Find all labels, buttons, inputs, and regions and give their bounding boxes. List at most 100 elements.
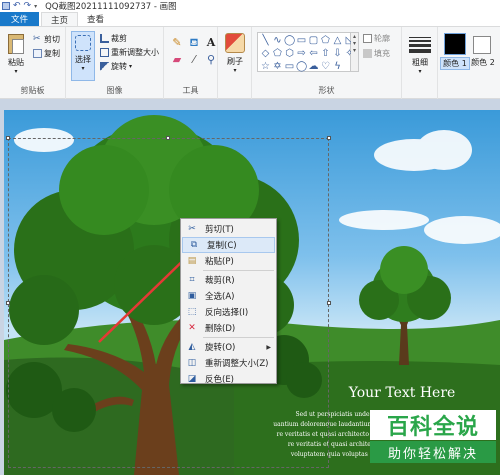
menu-item-label: 旋转(O): [205, 343, 236, 353]
pencil-icon[interactable]: ✎: [171, 37, 183, 49]
size-button[interactable]: 粗细 ▾: [409, 35, 431, 75]
brush-button[interactable]: 刷子 ▾: [223, 33, 247, 74]
heart-shape-icon[interactable]: ♡: [320, 61, 331, 72]
eraser-icon[interactable]: ▰: [171, 54, 183, 66]
scissors-icon: ✂: [188, 224, 196, 234]
menu-item-label: 全选(A): [205, 292, 235, 302]
magnifier-icon[interactable]: ⚲: [205, 54, 217, 66]
invert-selection-icon: ⬚: [187, 307, 197, 317]
menu-item-delete[interactable]: ✕ 删除(D): [181, 320, 276, 336]
tab-file[interactable]: 文件: [0, 12, 40, 26]
line-shape-icon[interactable]: ╲: [260, 35, 271, 46]
cut-button[interactable]: ✂ 剪切: [33, 34, 60, 45]
menu-item-resize[interactable]: ◫ 重新调整大小(Z): [181, 355, 276, 371]
fill-button[interactable]: 填充: [363, 48, 390, 59]
menu-item-invert-color[interactable]: ◪ 反色(E): [181, 371, 276, 387]
title-bar: ↶ ↷ ▾ QQ截图20211111092737 - 画图: [0, 0, 500, 12]
resize-button[interactable]: 重新调整大小: [100, 47, 159, 58]
triangle-shape-icon[interactable]: △: [332, 35, 343, 46]
menu-item-cut[interactable]: ✂ 剪切(T): [181, 221, 276, 237]
menu-item-copy[interactable]: ⧉ 复制(C): [182, 237, 275, 253]
menu-item-crop[interactable]: ⌗ 裁剪(R): [181, 272, 276, 288]
menu-item-label: 删除(D): [205, 324, 236, 334]
rotate-button[interactable]: 旋转 ▾: [100, 61, 132, 72]
color2-label: 颜色 2: [471, 58, 495, 67]
resize-icon: [100, 48, 109, 57]
polygon-shape-icon[interactable]: ⬠: [320, 35, 331, 46]
crop-button[interactable]: 裁剪: [100, 33, 127, 44]
color1-button[interactable]: 颜色 1: [440, 57, 470, 70]
menu-item-label: 粘贴(P): [205, 257, 234, 267]
outline-button[interactable]: 轮廓: [363, 33, 390, 44]
save-icon[interactable]: [2, 2, 10, 10]
brush-label: 刷子: [227, 57, 243, 66]
selection-handle[interactable]: [166, 136, 170, 140]
fill-bucket-icon[interactable]: ⛾: [188, 37, 200, 49]
size-group: 粗细 ▾: [402, 27, 438, 99]
brush-icon: [225, 33, 245, 53]
down-arrow-shape-icon[interactable]: ⇩: [332, 48, 343, 59]
lightning-shape-icon[interactable]: ϟ: [332, 61, 343, 72]
select-dropdown-icon[interactable]: ▾: [72, 65, 94, 72]
outline-icon: [363, 34, 372, 43]
submenu-arrow-icon: ▶: [266, 343, 271, 351]
selection-handle[interactable]: [6, 301, 10, 305]
invert-color-icon: ◪: [187, 374, 197, 384]
hexagon-shape-icon[interactable]: ⬡: [284, 48, 295, 59]
right-arrow-shape-icon[interactable]: ⇨: [296, 48, 307, 59]
diamond-shape-icon[interactable]: ◇: [260, 48, 271, 59]
tab-view[interactable]: 查看: [78, 12, 113, 26]
copy-icon: [33, 49, 42, 58]
selection-handle[interactable]: [6, 136, 10, 140]
tab-home[interactable]: 主页: [41, 12, 79, 26]
oval-callout-shape-icon[interactable]: ◯: [296, 61, 307, 72]
paste-button[interactable]: 粘贴 ▾: [4, 34, 28, 75]
selection-handle[interactable]: [327, 136, 331, 140]
menu-item-paste[interactable]: ▤ 粘贴(P): [181, 253, 276, 269]
selection-handle[interactable]: [327, 301, 331, 305]
rounded-rectangle-shape-icon[interactable]: ▢: [308, 35, 319, 46]
redo-icon[interactable]: ↷: [24, 2, 32, 11]
paste-label: 粘贴: [8, 58, 24, 67]
clipboard-group-label: 剪贴板: [20, 86, 45, 95]
up-arrow-shape-icon[interactable]: ⇧: [320, 48, 331, 59]
resize-label: 重新调整大小: [111, 48, 159, 57]
ribbon: 粘贴 ▾ ✂ 剪切 复制 剪贴板 选择 ▾ 裁剪 重新调整大小 旋转 ▾ 图像 …: [0, 27, 500, 99]
curve-shape-icon[interactable]: ∿: [272, 35, 283, 46]
callout-shape-icon[interactable]: ▭: [284, 61, 295, 72]
cut-label: 剪切: [44, 35, 60, 44]
shapes-scroll[interactable]: ▴ ▾ ▾: [351, 32, 359, 72]
select-button[interactable]: 选择 ▾: [71, 31, 95, 81]
customize-dropdown-icon[interactable]: ▾: [34, 3, 37, 10]
left-arrow-shape-icon[interactable]: ⇦: [308, 48, 319, 59]
menu-item-rotate[interactable]: ◭ 旋转(O) ▶: [181, 339, 276, 355]
menu-item-label: 反向选择(I): [205, 308, 249, 318]
color1-swatch[interactable]: [444, 33, 466, 55]
brush-group: 刷子 ▾: [218, 27, 252, 99]
undo-icon[interactable]: ↶: [13, 2, 21, 11]
fill-label: 填充: [374, 49, 390, 58]
paste-icon: ▤: [187, 256, 197, 266]
color-picker-icon[interactable]: ⁄: [188, 54, 200, 66]
pentagon-shape-icon[interactable]: ⬠: [272, 48, 283, 59]
paste-dropdown-icon[interactable]: ▾: [4, 68, 28, 75]
ribbon-tabs: 文件 主页 查看: [0, 12, 500, 27]
rotate-dropdown-icon: ▾: [129, 63, 133, 70]
menu-item-select-all[interactable]: ▣ 全选(A): [181, 288, 276, 304]
selection-rectangle[interactable]: [6, 136, 331, 468]
menu-item-invert-selection[interactable]: ⬚ 反向选择(I): [181, 304, 276, 320]
rotate-icon: [100, 62, 109, 71]
five-point-star-shape-icon[interactable]: ☆: [260, 61, 271, 72]
size-label: 粗细: [412, 58, 428, 67]
rectangle-shape-icon[interactable]: ▭: [296, 35, 307, 46]
color2-swatch[interactable]: [473, 36, 491, 54]
text-tool-icon[interactable]: A: [205, 37, 217, 49]
six-point-star-shape-icon[interactable]: ✡: [272, 61, 283, 72]
copy-button[interactable]: 复制: [33, 48, 60, 59]
color2-button[interactable]: 颜色 2: [470, 57, 496, 68]
clipboard-group: 粘贴 ▾ ✂ 剪切 复制 剪贴板: [0, 27, 66, 99]
oval-shape-icon[interactable]: ◯: [284, 35, 295, 46]
copy-icon: ⧉: [190, 240, 198, 250]
cloud-callout-shape-icon[interactable]: ☁: [308, 61, 319, 72]
menu-separator: [203, 337, 274, 338]
